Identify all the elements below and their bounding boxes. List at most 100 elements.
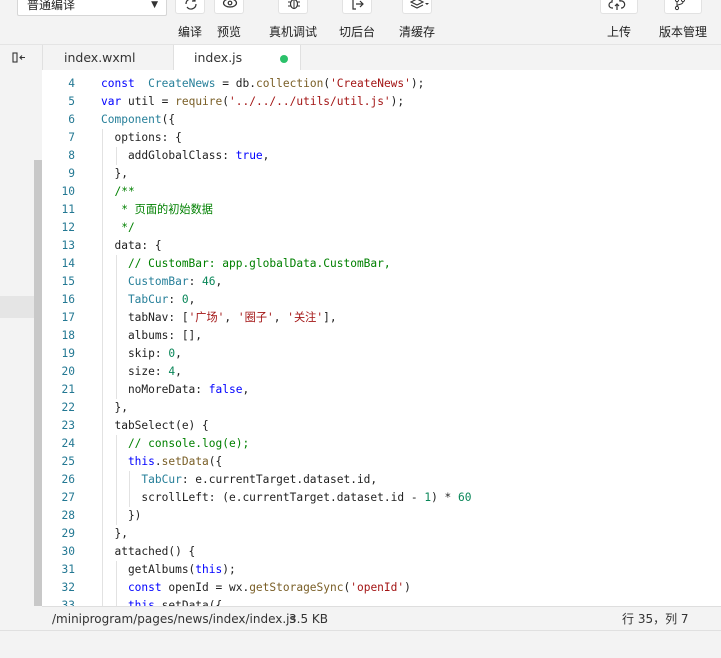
line-number: 7	[68, 131, 75, 144]
code-line[interactable]: 27 scrollLeft: (e.currentTarget.dataset.…	[42, 489, 721, 507]
layers-icon	[410, 0, 429, 9]
background-button[interactable]: 切后台	[337, 0, 377, 44]
code-text: this.setData({	[101, 455, 223, 468]
indent-guide	[102, 525, 103, 543]
indent-guide	[102, 147, 103, 165]
version-button[interactable]: 版本管理	[658, 0, 708, 44]
remote-debug-label: 真机调试	[268, 25, 317, 39]
code-line[interactable]: 8 addGlobalClass: true,	[42, 147, 721, 165]
code-line[interactable]: 15 CustomBar: 46,	[42, 273, 721, 291]
code-line[interactable]: 21 noMoreData: false,	[42, 381, 721, 399]
code-line[interactable]: 4 const CreateNews = db.collection('Creat…	[42, 75, 721, 93]
line-number: 31	[61, 563, 75, 576]
code-editor[interactable]: 4 const CreateNews = db.collection('Creat…	[42, 70, 721, 606]
code-text: },	[101, 527, 128, 540]
compile-button[interactable]: 编译	[175, 0, 205, 44]
code-line[interactable]: 33 this.setData({	[42, 597, 721, 606]
code-line[interactable]: 17 tabNav: ['广场', '圈子', '关注'],	[42, 309, 721, 327]
code-line[interactable]: 12 */	[42, 219, 721, 237]
line-number: 26	[61, 473, 75, 486]
code-line[interactable]: 18 albums: [],	[42, 327, 721, 345]
line-number: 18	[61, 329, 75, 342]
indent-guide	[102, 381, 103, 399]
line-number: 27	[61, 491, 75, 504]
code-line[interactable]: 30 attached() {	[42, 543, 721, 561]
code-text: * 页面的初始数据	[101, 203, 213, 216]
code-text: const openId = wx.getStorageSync('openId…	[101, 581, 411, 594]
indent-guide	[102, 597, 103, 606]
sidebar-toggle-button[interactable]	[0, 45, 42, 71]
cursor-position[interactable]: 行 35，列 7	[622, 607, 689, 631]
line-number: 4	[68, 77, 75, 90]
code-line[interactable]: 32 const openId = wx.getStorageSync('ope…	[42, 579, 721, 597]
code-text: tabNav: ['广场', '圈子', '关注'],	[101, 311, 337, 324]
remote-debug-button[interactable]: 真机调试	[268, 0, 318, 44]
code-line[interactable]: 29 },	[42, 525, 721, 543]
indent-guide	[102, 273, 103, 291]
code-line[interactable]: 10 /**	[42, 183, 721, 201]
file-size: 3.5 KB	[289, 612, 328, 626]
line-number: 13	[61, 239, 75, 252]
tab-index-js[interactable]: index.js	[173, 45, 301, 72]
code-text: })	[101, 509, 142, 522]
top-toolbar: 普通编译 ▼ 编译 预览 真机调试 切后台 清缓存 上传 版本管理	[0, 0, 721, 44]
code-line[interactable]: 11 * 页面的初始数据	[42, 201, 721, 219]
code-line[interactable]: 28 })	[42, 507, 721, 525]
tab-index-wxml[interactable]: index.wxml	[42, 45, 173, 71]
upload-button[interactable]: 上传	[600, 0, 638, 44]
code-text: Component({	[101, 113, 176, 126]
indent-guide	[115, 147, 117, 165]
line-number: 32	[61, 581, 75, 594]
code-text: addGlobalClass: true,	[101, 149, 270, 162]
code-line[interactable]: 22 },	[42, 399, 721, 417]
code-text: const CreateNews = db.collection('Create…	[101, 77, 425, 90]
bug-icon	[288, 0, 300, 10]
indent-guide	[102, 399, 103, 417]
code-line[interactable]: 14 // CustomBar: app.globalData.CustomBa…	[42, 255, 721, 273]
indent-guide	[115, 363, 117, 381]
preview-button[interactable]: 预览	[214, 0, 244, 44]
indent-guide	[102, 129, 103, 147]
code-line[interactable]: 20 size: 4,	[42, 363, 721, 381]
branch-icon	[674, 0, 686, 11]
indent-guide	[129, 489, 130, 507]
indent-guide	[102, 471, 103, 489]
code-line[interactable]: 9 },	[42, 165, 721, 183]
line-number: 17	[61, 311, 75, 324]
code-line[interactable]: 31 getAlbums(this);	[42, 561, 721, 579]
line-number: 11	[61, 203, 75, 216]
line-number: 22	[61, 401, 75, 414]
line-number: 9	[68, 167, 75, 180]
clear-cache-button[interactable]: 清缓存	[397, 0, 437, 44]
indent-guide	[102, 435, 103, 453]
indent-guide	[115, 507, 117, 525]
line-number: 21	[61, 383, 75, 396]
refresh-icon	[185, 0, 197, 10]
code-line[interactable]: 25 this.setData({	[42, 453, 721, 471]
indent-guide	[115, 489, 117, 507]
code-line[interactable]: 6 Component({	[42, 111, 721, 129]
eye-icon	[222, 0, 238, 8]
code-line[interactable]: 26 TabCur: e.currentTarget.dataset.id,	[42, 471, 721, 489]
line-number: 14	[61, 257, 75, 270]
compile-mode-select[interactable]: 普通编译 ▼	[17, 0, 167, 16]
code-line[interactable]: 5 var util = require('../../../utils/util…	[42, 93, 721, 111]
indent-guide	[102, 579, 103, 597]
line-number: 15	[61, 275, 75, 288]
line-number: 6	[68, 113, 75, 126]
code-text: size: 4,	[101, 365, 182, 378]
code-text: var util = require('../../../utils/util.…	[101, 95, 405, 108]
code-line[interactable]: 19 skip: 0,	[42, 345, 721, 363]
code-line[interactable]: 23 tabSelect(e) {	[42, 417, 721, 435]
unsaved-dot-icon	[280, 55, 288, 63]
code-text: */	[101, 221, 135, 234]
indent-guide	[115, 255, 117, 273]
code-line[interactable]: 16 TabCur: 0,	[42, 291, 721, 309]
code-line[interactable]: 7 options: {	[42, 129, 721, 147]
indent-guide	[102, 363, 103, 381]
code-text: getAlbums(this);	[101, 563, 236, 576]
code-line[interactable]: 24 // console.log(e);	[42, 435, 721, 453]
indent-guide	[102, 417, 103, 435]
sidebar-scrollbar[interactable]	[34, 160, 42, 606]
code-line[interactable]: 13 data: {	[42, 237, 721, 255]
